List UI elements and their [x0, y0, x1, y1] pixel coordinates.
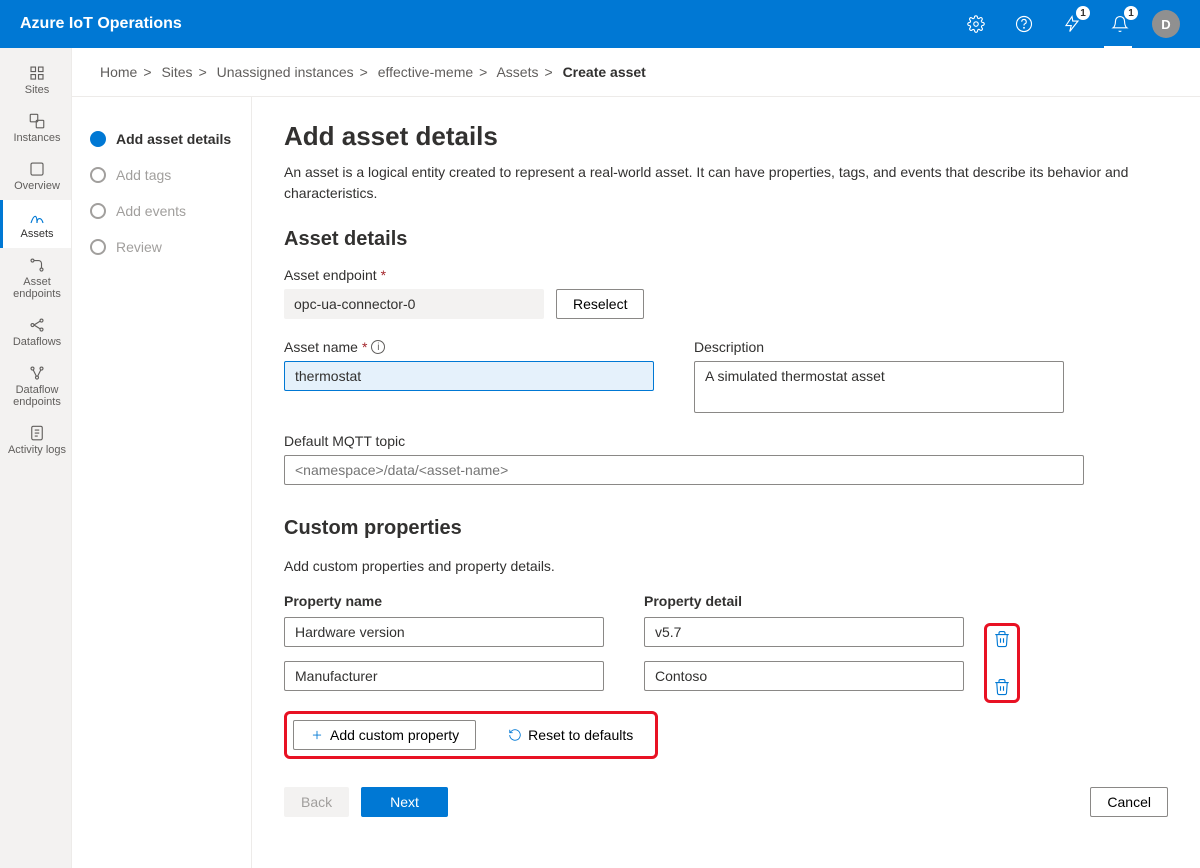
- custom-props-lead: Add custom properties and property detai…: [284, 556, 1168, 577]
- crumb-instance[interactable]: effective-meme: [378, 64, 473, 80]
- endpoint-value: opc-ua-connector-0: [284, 289, 544, 319]
- badge-2: 1: [1124, 6, 1138, 20]
- add-custom-property-button[interactable]: Add custom property: [293, 720, 476, 750]
- prop-detail-header: Property detail: [644, 593, 964, 609]
- next-button[interactable]: Next: [361, 787, 448, 817]
- reset-defaults-button[interactable]: Reset to defaults: [492, 720, 649, 750]
- page-title: Add asset details: [284, 121, 1168, 152]
- mqtt-topic-input[interactable]: [284, 455, 1084, 485]
- wizard-steps: Add asset details Add tags Add events Re…: [72, 97, 252, 868]
- description-textarea[interactable]: A simulated thermostat asset: [694, 361, 1064, 413]
- crumb-unassigned[interactable]: Unassigned instances: [217, 64, 354, 80]
- cancel-button[interactable]: Cancel: [1090, 787, 1168, 817]
- crumb-home[interactable]: Home: [100, 64, 137, 80]
- section-custom-props: Custom properties: [284, 517, 1168, 540]
- settings-icon[interactable]: [960, 8, 992, 40]
- back-button: Back: [284, 787, 349, 817]
- nav-assets[interactable]: Assets: [0, 200, 71, 248]
- diagnostics-icon[interactable]: 1: [1056, 8, 1088, 40]
- header-bar: Azure IoT Operations 1 1 D: [0, 0, 1200, 48]
- delete-prop-1[interactable]: [993, 678, 1011, 696]
- desc-label: Description: [694, 339, 1064, 355]
- prop-name-0[interactable]: [284, 617, 604, 647]
- prop-row-1: [284, 661, 964, 691]
- step-review[interactable]: Review: [90, 229, 239, 265]
- app-title: Azure IoT Operations: [20, 15, 182, 33]
- reselect-button[interactable]: Reselect: [556, 289, 644, 319]
- left-nav: Sites Instances Overview Assets Asset en…: [0, 48, 72, 868]
- info-icon[interactable]: i: [371, 340, 385, 354]
- nav-overview[interactable]: Overview: [0, 152, 71, 200]
- page-lead: An asset is a logical entity created to …: [284, 162, 1168, 204]
- nav-asset-endpoints[interactable]: Asset endpoints: [0, 248, 71, 308]
- prop-name-header: Property name: [284, 593, 604, 609]
- step-add-details[interactable]: Add asset details: [90, 121, 239, 157]
- breadcrumb: Home> Sites> Unassigned instances> effec…: [72, 48, 1200, 97]
- nav-activity-logs[interactable]: Activity logs: [0, 416, 71, 464]
- section-asset-details: Asset details: [284, 228, 1168, 251]
- prop-row-0: [284, 617, 964, 647]
- prop-name-1[interactable]: [284, 661, 604, 691]
- badge-1: 1: [1076, 6, 1090, 20]
- crumb-current: Create asset: [563, 64, 646, 80]
- prop-detail-1[interactable]: [644, 661, 964, 691]
- delete-prop-0[interactable]: [993, 630, 1011, 648]
- crumb-sites[interactable]: Sites: [161, 64, 192, 80]
- avatar[interactable]: D: [1152, 10, 1180, 38]
- nav-dataflow-endpoints[interactable]: Dataflow endpoints: [0, 356, 71, 416]
- endpoint-label: Asset endpoint: [284, 267, 377, 283]
- step-add-tags[interactable]: Add tags: [90, 157, 239, 193]
- crumb-assets[interactable]: Assets: [496, 64, 538, 80]
- asset-name-label: Asset name: [284, 339, 358, 355]
- nav-sites[interactable]: Sites: [0, 56, 71, 104]
- nav-dataflows[interactable]: Dataflows: [0, 308, 71, 356]
- nav-instances[interactable]: Instances: [0, 104, 71, 152]
- notifications-icon[interactable]: 1: [1104, 8, 1136, 40]
- step-add-events[interactable]: Add events: [90, 193, 239, 229]
- asset-name-input[interactable]: [284, 361, 654, 391]
- help-icon[interactable]: [1008, 8, 1040, 40]
- mqtt-label: Default MQTT topic: [284, 433, 1168, 449]
- prop-detail-0[interactable]: [644, 617, 964, 647]
